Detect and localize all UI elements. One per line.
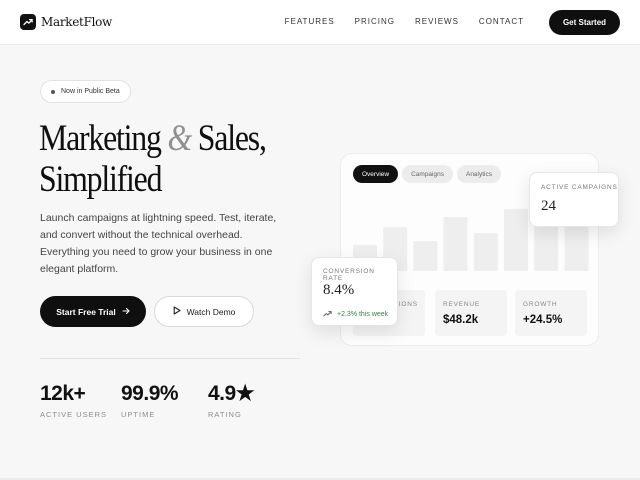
top-navbar: MarketFlow FEATURES PRICING REVIEWS CONT…: [0, 0, 640, 45]
stats-divider: [40, 358, 300, 359]
headline-ampersand: &: [167, 118, 192, 159]
chart-bar: [443, 217, 468, 271]
start-free-trial-button[interactable]: Start Free Trial: [40, 296, 146, 327]
chart-bar: [564, 223, 589, 271]
beta-badge: Now in Public Beta: [40, 80, 131, 103]
kpi-label: REVENUE: [443, 301, 481, 308]
conversion-rate-label: CONVERSION RATE: [323, 268, 375, 282]
active-campaigns-card: ACTIVE CAMPAIGNS 24: [529, 172, 619, 227]
stat-value: 4.9★: [208, 382, 255, 405]
start-free-trial-label: Start Free Trial: [56, 306, 116, 317]
kpi-label: GROWTH: [523, 301, 558, 308]
chart-bar: [413, 241, 438, 271]
stat-uptime: 99.9% UPTIME: [121, 382, 179, 419]
chart-bar: [504, 209, 528, 271]
nav-link-features[interactable]: FEATURES: [285, 17, 335, 26]
get-started-button[interactable]: Get Started: [549, 10, 620, 35]
headline-line2: Simplified: [39, 159, 163, 200]
kpi-growth: GROWTH +24.5%: [515, 290, 587, 336]
trend-up-icon: [323, 310, 332, 319]
nav-link-pricing[interactable]: PRICING: [355, 17, 395, 26]
stat-label: RATING: [208, 410, 242, 419]
brand-name: MarketFlow: [41, 15, 113, 29]
hero-description: Launch campaigns at lightning speed. Tes…: [40, 212, 277, 275]
trend-up-icon: [20, 14, 36, 30]
play-icon: [173, 306, 181, 317]
stat-rating: 4.9★ RATING: [208, 382, 255, 419]
headline-word-marketing: Marketing: [39, 118, 162, 159]
active-campaigns-value: 24: [541, 198, 556, 214]
kpi-value: $48.2k: [443, 314, 479, 326]
conversion-rate-value: 8.4%: [323, 282, 355, 298]
hero-headline: Marketing & Sales, Simplified: [39, 118, 267, 200]
stat-value: 99.9%: [121, 382, 179, 405]
stat-active-users: 12k+ ACTIVE USERS: [40, 382, 107, 419]
brand-logo[interactable]: MarketFlow: [20, 14, 112, 30]
nav-link-reviews[interactable]: REVIEWS: [415, 17, 459, 26]
stat-label: ACTIVE USERS: [40, 410, 108, 419]
nav-link-contact[interactable]: CONTACT: [479, 17, 524, 26]
stat-value: 12k+: [40, 382, 86, 405]
headline-word-sales: Sales,: [197, 118, 267, 159]
beta-badge-label: Now in Public Beta: [61, 88, 120, 95]
conversion-rate-card: CONVERSION RATE 8.4% +2.3% this week: [311, 257, 398, 326]
kpi-revenue: REVENUE $48.2k: [435, 290, 507, 336]
conversion-trend-label: +2.3% this week: [337, 311, 389, 318]
watch-demo-button[interactable]: Watch Demo: [154, 296, 254, 327]
nav-links: FEATURES PRICING REVIEWS CONTACT: [285, 17, 524, 26]
watch-demo-label: Watch Demo: [186, 306, 236, 317]
dot-icon: [51, 89, 55, 94]
kpi-value: +24.5%: [523, 314, 563, 326]
chart-bar: [473, 233, 498, 271]
arrow-right-icon: [122, 307, 130, 317]
conversion-trend: +2.3% this week: [323, 310, 388, 319]
stat-label: UPTIME: [121, 410, 156, 419]
active-campaigns-label: ACTIVE CAMPAIGNS: [541, 184, 618, 191]
